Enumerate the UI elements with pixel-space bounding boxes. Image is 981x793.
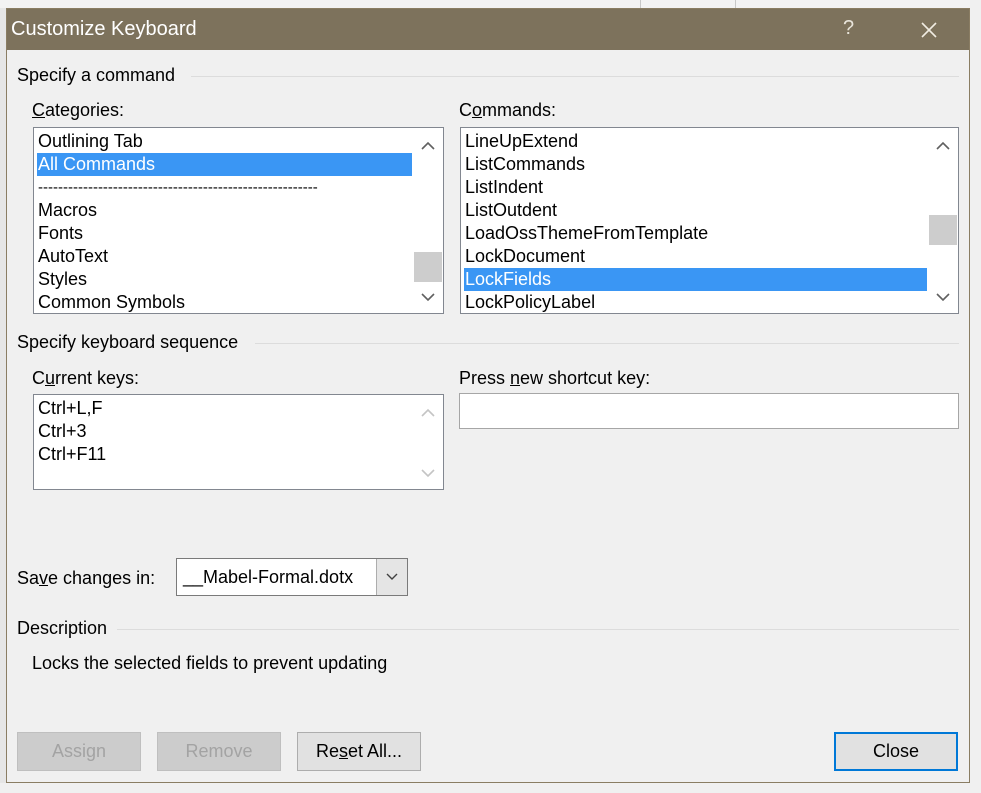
scroll-down-icon[interactable] [419,466,437,480]
list-item-selected[interactable]: LockFields [464,268,927,291]
list-item[interactable]: LineUpExtend [464,130,578,153]
background-app-bottom-edge [0,783,981,793]
reset-all-button[interactable]: Reset All... [297,732,421,771]
section-heading-description: Description [17,618,108,638]
title-bar: Customize Keyboard ? [7,9,969,50]
scroll-down-icon[interactable] [419,290,437,304]
remove-button[interactable]: Remove [157,732,281,771]
list-item[interactable]: Styles [37,268,87,291]
current-keys-listbox[interactable]: Ctrl+L,F Ctrl+3 Ctrl+F11 [33,394,444,490]
customize-keyboard-dialog: Customize Keyboard ? Specify a command C… [6,8,970,783]
list-item[interactable]: LockDocument [464,245,585,268]
current-keys-label: Current keys: [32,368,139,389]
list-item[interactable]: ListCommands [464,153,585,176]
commands-label-pre: C [459,100,472,120]
save-in-label: Save changes in: [17,568,155,589]
list-item[interactable]: ListOutdent [464,199,557,222]
section-rule [191,76,959,77]
section-rule [117,629,959,630]
reset-accel: s [338,741,348,761]
list-item[interactable]: Ctrl+3 [37,420,87,443]
save-in-accel: v [39,568,49,588]
current-keys-label-pre: C [32,368,45,388]
list-item[interactable]: Ctrl+L,F [37,397,103,420]
new-shortcut-label-rest: ew shortcut key: [520,368,651,388]
description-text: Locks the selected fields to prevent upd… [32,653,388,673]
section-heading-command: Specify a command [17,65,176,85]
list-item[interactable]: Ctrl+F11 [37,443,106,466]
save-in-label-rest: e changes in: [48,568,156,588]
list-item[interactable]: Macros [37,199,97,222]
scroll-up-icon[interactable] [419,139,437,153]
save-in-dropdown[interactable]: __Mabel-Formal.dotx [176,558,408,596]
new-shortcut-accel: n [510,368,521,388]
section-rule [255,343,959,344]
categories-label-rest: ategories: [45,100,125,120]
list-item-selected[interactable]: All Commands [37,153,412,176]
dropdown-button[interactable] [376,559,407,595]
assign-button[interactable]: Assign [17,732,141,771]
list-item[interactable]: LockPolicyLabel [464,291,595,313]
current-keys-accel: u [45,368,56,388]
close-icon[interactable] [914,15,944,45]
background-divider [640,0,641,8]
scroll-thumb[interactable] [929,215,957,245]
chevron-down-icon [386,573,398,580]
background-app-strip [0,0,981,8]
list-item[interactable]: ListIndent [464,176,543,199]
new-shortcut-input[interactable] [459,393,959,429]
commands-accel: o [472,100,483,120]
categories-accel: C [32,100,45,120]
list-item[interactable]: LoadOssThemeFromTemplate [464,222,708,245]
list-item[interactable]: Common Symbols [37,291,185,313]
section-heading-keyboard: Specify keyboard sequence [17,332,239,352]
close-button[interactable]: Close [834,732,958,771]
new-shortcut-label-pre: Press [459,368,511,388]
commands-label-rest: mmands: [482,100,557,120]
reset-label-rest: et All... [347,741,403,761]
reset-label-pre: Re [315,741,339,761]
scroll-up-icon[interactable] [419,406,437,420]
new-shortcut-label: Press new shortcut key: [459,368,650,389]
dialog-title: Customize Keyboard [11,18,197,40]
list-item[interactable]: AutoText [37,245,108,268]
categories-label: Categories: [32,100,124,121]
list-item[interactable]: Outlining Tab [37,130,143,153]
close-icon-glyph [921,22,937,38]
current-keys-label-rest: rrent keys: [55,368,140,388]
list-item[interactable]: Fonts [37,222,83,245]
categories-scrollbar[interactable] [413,128,443,313]
commands-listbox[interactable]: LineUpExtend ListCommands ListIndent Lis… [460,127,959,314]
current-keys-scrollbar[interactable] [413,395,443,489]
categories-listbox[interactable]: Outlining Tab All Commands -------------… [33,127,444,314]
list-separator[interactable]: ----------------------------------------… [37,176,318,199]
help-button[interactable]: ? [843,17,854,40]
commands-label: Commands: [459,100,556,121]
scroll-down-icon[interactable] [934,290,952,304]
background-app-right-edge [970,0,981,793]
save-in-label-pre: Sa [17,568,40,588]
scroll-thumb[interactable] [414,252,442,282]
scroll-up-icon[interactable] [934,139,952,153]
save-in-value: __Mabel-Formal.dotx [183,567,354,587]
commands-scrollbar[interactable] [928,128,958,313]
background-divider [735,0,736,8]
